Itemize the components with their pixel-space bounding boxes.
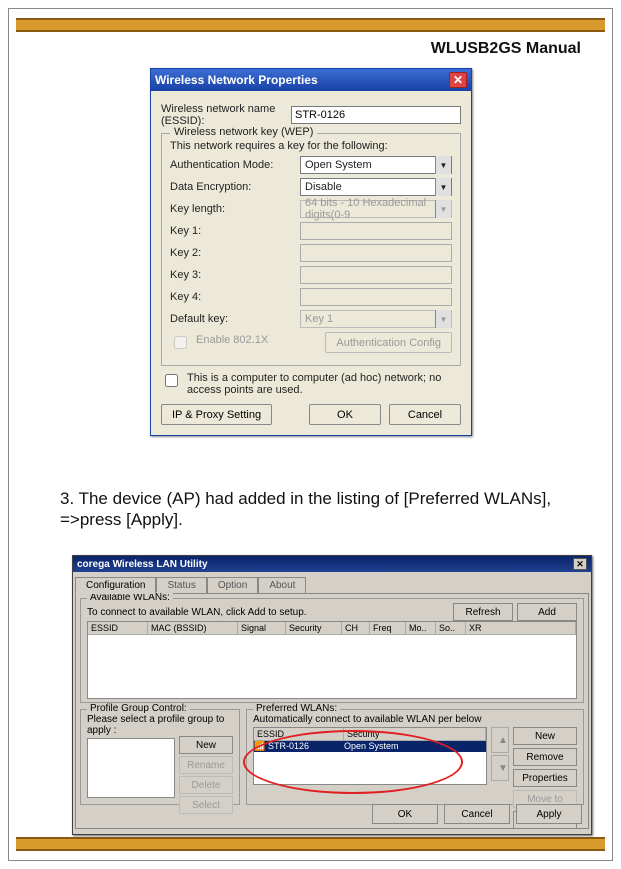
adhoc-checkbox[interactable]: [165, 374, 178, 387]
col-security[interactable]: Security: [286, 622, 342, 634]
auth-mode-label: Authentication Mode:: [170, 159, 300, 171]
enable-8021x-label: Enable 802.1X: [196, 334, 268, 346]
move-up-button: ▲: [491, 727, 509, 753]
col-essid[interactable]: ESSID: [88, 622, 148, 634]
data-encryption-value: Disable: [301, 181, 435, 193]
pref-remove-button[interactable]: Remove: [513, 748, 577, 766]
dialog2-title: corega Wireless LAN Utility: [77, 559, 573, 570]
available-wlans-group: Available WLANs: To connect to available…: [80, 598, 584, 703]
manual-title: WLUSB2GS Manual: [431, 40, 581, 58]
preferred-wlan-row[interactable]: 📶 STR-0126 Open System: [254, 741, 486, 752]
auth-mode-value: Open System: [301, 159, 435, 171]
profile-new-button[interactable]: New: [179, 736, 233, 754]
tab-about[interactable]: About: [258, 577, 306, 594]
preferred-wlans-legend: Preferred WLANs:: [253, 703, 340, 714]
dialog2-titlebar: corega Wireless LAN Utility ✕: [73, 556, 591, 572]
profile-delete-button: Delete: [179, 776, 233, 794]
key2-label: Key 2:: [170, 247, 300, 259]
refresh-button[interactable]: Refresh: [453, 603, 513, 621]
chevron-down-icon: ▼: [435, 178, 451, 196]
data-encryption-select[interactable]: Disable ▼: [300, 178, 452, 196]
key3-input: [300, 266, 452, 284]
antenna-icon: 📶: [254, 741, 266, 752]
pref-row-security: Open System: [344, 741, 486, 752]
key1-input: [300, 222, 452, 240]
essid-label: Wireless network name (ESSID):: [161, 103, 291, 127]
close-icon[interactable]: ✕: [573, 558, 587, 570]
dialog-title: Wireless Network Properties: [155, 73, 449, 87]
dialog2-ok-button[interactable]: OK: [372, 804, 438, 824]
preferred-wlans-desc: Automatically connect to available WLAN …: [253, 714, 577, 725]
tab-option[interactable]: Option: [207, 577, 258, 594]
default-key-value: Key 1: [301, 313, 435, 325]
key-length-label: Key length:: [170, 203, 300, 215]
corega-wireless-lan-utility-dialog: corega Wireless LAN Utility ✕ Configurat…: [72, 555, 592, 835]
enable-8021x-input: [174, 336, 187, 349]
key1-label: Key 1:: [170, 225, 300, 237]
pref-row-essid: STR-0126: [266, 741, 344, 752]
cancel-button[interactable]: Cancel: [389, 404, 461, 425]
enable-8021x-checkbox: Enable 802.1X: [170, 334, 268, 352]
default-key-label: Default key:: [170, 313, 300, 325]
dialog2-cancel-button[interactable]: Cancel: [444, 804, 510, 824]
authentication-config-button: Authentication Config: [325, 332, 452, 353]
col-xr[interactable]: XR: [466, 622, 576, 634]
chevron-down-icon: ▼: [435, 156, 451, 174]
key4-label: Key 4:: [170, 291, 300, 303]
key-length-select: 64 bits - 10 Hexadecimal digits(0-9 ▼: [300, 200, 452, 218]
key2-input: [300, 244, 452, 262]
pref-col-essid[interactable]: ESSID: [254, 728, 344, 740]
auth-mode-select[interactable]: Open System ▼: [300, 156, 452, 174]
col-signal[interactable]: Signal: [238, 622, 286, 634]
add-button[interactable]: Add: [517, 603, 577, 621]
preferred-wlans-list[interactable]: ESSID Security 📶 STR-0126 Open System: [253, 727, 487, 785]
col-mac[interactable]: MAC (BSSID): [148, 622, 238, 634]
key3-label: Key 3:: [170, 269, 300, 281]
profile-group-legend: Profile Group Control:: [87, 703, 190, 714]
pref-col-security[interactable]: Security: [344, 728, 486, 740]
chevron-down-icon: ▼: [435, 200, 451, 218]
chevron-down-icon: ▼: [435, 310, 451, 328]
profile-group-control: Profile Group Control: Please select a p…: [80, 709, 240, 805]
profile-group-listbox[interactable]: [87, 738, 175, 798]
pref-properties-button[interactable]: Properties: [513, 769, 577, 787]
wireless-network-properties-dialog: Wireless Network Properties ✕ Wireless n…: [150, 68, 472, 436]
available-wlans-list[interactable]: ESSID MAC (BSSID) Signal Security CH Fre…: [87, 621, 577, 699]
default-key-select: Key 1 ▼: [300, 310, 452, 328]
tab-configuration[interactable]: Configuration: [75, 577, 156, 594]
move-down-button: ▼: [491, 755, 509, 781]
col-ch[interactable]: CH: [342, 622, 370, 634]
key-length-value: 64 bits - 10 Hexadecimal digits(0-9: [301, 197, 435, 221]
ip-proxy-setting-button[interactable]: IP & Proxy Setting: [161, 404, 272, 425]
close-icon[interactable]: ✕: [449, 72, 467, 88]
profile-select-button: Select: [179, 796, 233, 814]
dialog2-apply-button[interactable]: Apply: [516, 804, 582, 824]
essid-input[interactable]: [291, 106, 461, 124]
preferred-wlans-group: Preferred WLANs: Automatically connect t…: [246, 709, 584, 805]
col-so[interactable]: So..: [436, 622, 466, 634]
ok-button[interactable]: OK: [309, 404, 381, 425]
instruction-step-3: 3. The device (AP) had added in the list…: [60, 488, 561, 531]
dialog-titlebar: Wireless Network Properties ✕: [151, 69, 471, 91]
available-wlans-desc: To connect to available WLAN, click Add …: [87, 607, 307, 618]
adhoc-label: This is a computer to computer (ad hoc) …: [187, 372, 461, 396]
key4-input: [300, 288, 452, 306]
wep-group-legend: Wireless network key (WEP): [170, 126, 317, 138]
profile-rename-button: Rename: [179, 756, 233, 774]
data-encryption-label: Data Encryption:: [170, 181, 300, 193]
wep-group-desc: This network requires a key for the foll…: [170, 140, 452, 152]
pref-new-button[interactable]: New: [513, 727, 577, 745]
col-freq[interactable]: Freq: [370, 622, 406, 634]
col-mo[interactable]: Mo..: [406, 622, 436, 634]
profile-group-desc: Please select a profile group to apply :: [87, 714, 233, 736]
